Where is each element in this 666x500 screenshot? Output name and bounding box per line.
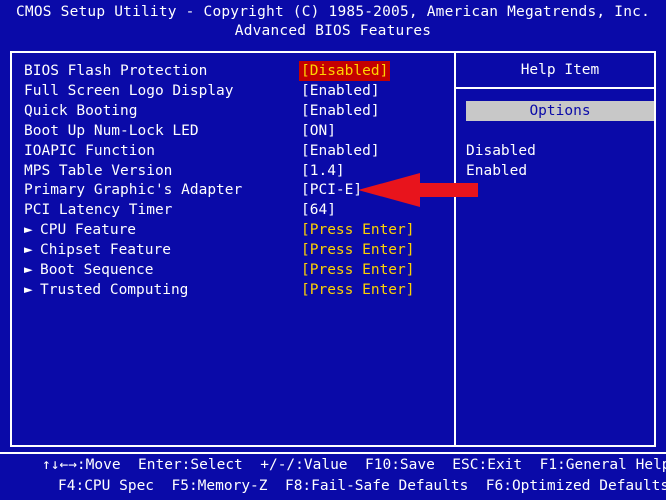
annotation-arrow-shape bbox=[358, 173, 478, 207]
annotation-arrow bbox=[358, 173, 478, 207]
footer-keys-line2: F4:CPU Spec F5:Memory-Z F8:Fail-Safe Def… bbox=[58, 478, 666, 494]
footer-keys-line1: ↑↓←→:Move Enter:Select +/-/:Value F10:Sa… bbox=[42, 457, 666, 473]
footer-divider bbox=[0, 452, 666, 454]
